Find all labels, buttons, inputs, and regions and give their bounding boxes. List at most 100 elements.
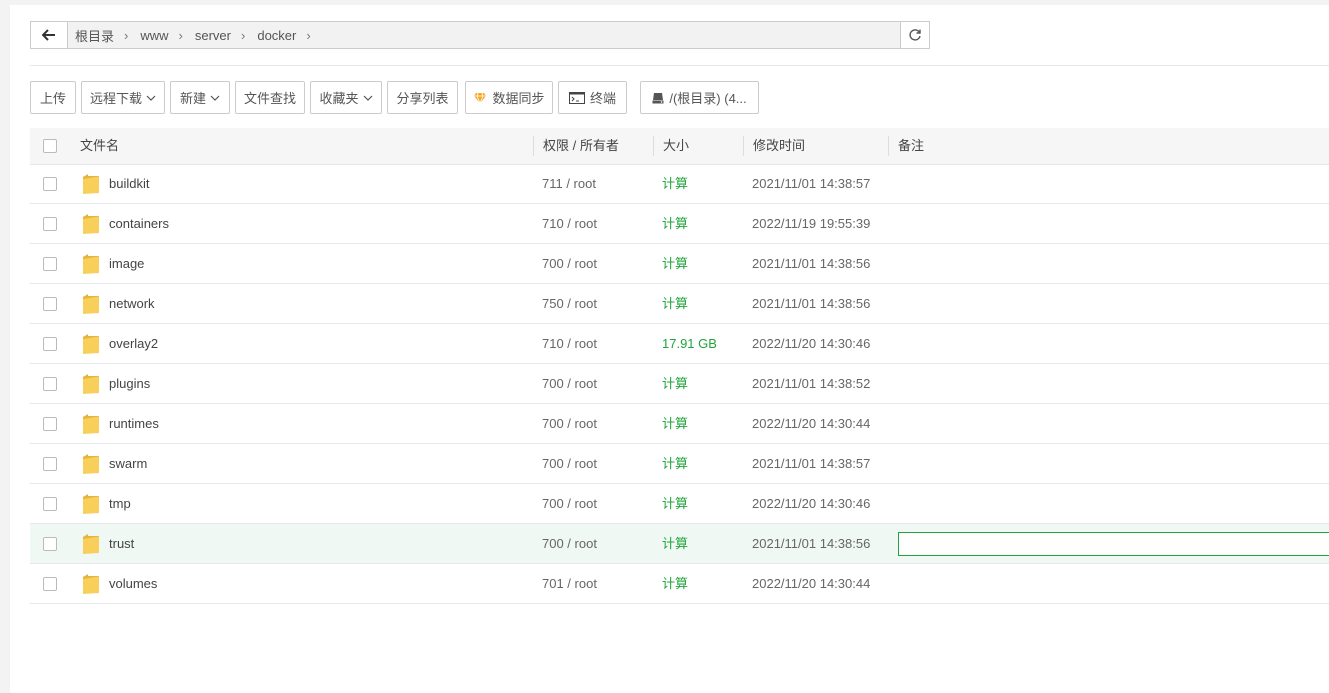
terminal-icon: [568, 91, 585, 104]
table-row[interactable]: network 750 / root 计算 2021/11/01 14:38:56: [30, 284, 1329, 324]
table-row[interactable]: volumes 701 / root 计算 2022/11/20 14:30:44: [30, 564, 1329, 604]
breadcrumb-docker[interactable]: docker: [257, 28, 296, 43]
data-sync-button[interactable]: 数据同步: [465, 81, 553, 114]
file-mtime: 2021/11/01 14:38:56: [752, 256, 871, 271]
file-name[interactable]: image: [109, 244, 144, 284]
select-all-checkbox[interactable]: [43, 139, 57, 153]
table-row[interactable]: overlay2 710 / root 17.91 GB 2022/11/20 14:…: [30, 324, 1329, 364]
share-list-button[interactable]: 分享列表: [387, 81, 458, 114]
data-sync-label: 数据同步: [492, 91, 545, 106]
remote-download-button[interactable]: 远程下载: [81, 81, 165, 114]
column-divider: [743, 136, 744, 156]
row-checkbox[interactable]: [43, 257, 57, 271]
disk-button[interactable]: /(根目录) (4...: [640, 81, 759, 114]
file-size[interactable]: 计算: [662, 484, 688, 524]
file-permission[interactable]: 700 / root: [542, 364, 597, 404]
row-checkbox[interactable]: [43, 297, 57, 311]
file-permission[interactable]: 700 / root: [542, 244, 597, 284]
upload-button[interactable]: 上传: [30, 81, 76, 114]
row-checkbox[interactable]: [43, 177, 57, 191]
file-mtime: 2021/11/01 14:38:57: [752, 176, 871, 191]
file-permission[interactable]: 750 / root: [542, 284, 597, 324]
note-input[interactable]: [898, 532, 1329, 556]
folder-icon: [82, 533, 100, 558]
file-mtime: 2022/11/19 19:55:39: [752, 216, 871, 231]
table-row[interactable]: image 700 / root 计算 2021/11/01 14:38:56: [30, 244, 1329, 284]
file-permission[interactable]: 700 / root: [542, 484, 597, 524]
file-mtime: 2022/11/20 14:30:46: [752, 336, 871, 351]
file-size[interactable]: 计算: [662, 404, 688, 444]
file-name[interactable]: trust: [109, 524, 134, 564]
row-checkbox[interactable]: [43, 497, 57, 511]
file-name[interactable]: containers: [109, 204, 169, 244]
header-note: 备注: [898, 138, 925, 153]
row-checkbox[interactable]: [43, 577, 57, 591]
file-size[interactable]: 计算: [662, 244, 688, 284]
file-search-label: 文件查找: [243, 91, 296, 106]
file-name[interactable]: plugins: [109, 364, 150, 404]
file-size[interactable]: 计算: [662, 564, 688, 604]
row-checkbox[interactable]: [43, 337, 57, 351]
file-permission[interactable]: 710 / root: [542, 324, 597, 364]
file-name[interactable]: overlay2: [109, 324, 158, 364]
file-name[interactable]: volumes: [109, 564, 157, 604]
header-perm[interactable]: 权限 / 所有者: [543, 128, 619, 164]
breadcrumb-www[interactable]: www: [140, 28, 168, 43]
table-row[interactable]: containers 710 / root 计算 2022/11/19 19:55:3…: [30, 204, 1329, 244]
gem-icon: [473, 92, 487, 104]
terminal-button[interactable]: 终端: [558, 81, 627, 114]
table-row[interactable]: plugins 700 / root 计算 2021/11/01 14:38:52: [30, 364, 1329, 404]
table-row[interactable]: swarm 700 / root 计算 2021/11/01 14:38:57: [30, 444, 1329, 484]
table-header: 文件名 权限 / 所有者 大小 修改时间 备注: [30, 128, 1329, 165]
back-button[interactable]: [31, 22, 68, 48]
folder-icon: [82, 173, 100, 198]
table-row[interactable]: trust 700 / root 计算 2021/11/01 14:38:56: [30, 524, 1329, 564]
file-mtime: 2021/11/01 14:38:56: [752, 296, 871, 311]
file-permission[interactable]: 700 / root: [542, 444, 597, 484]
file-name[interactable]: runtimes: [109, 404, 159, 444]
file-permission[interactable]: 700 / root: [542, 404, 597, 444]
favorites-button[interactable]: 收藏夹: [310, 81, 382, 114]
refresh-icon: [909, 29, 921, 41]
file-size[interactable]: 计算: [662, 524, 688, 564]
folder-icon: [82, 573, 100, 598]
file-size[interactable]: 计算: [662, 164, 688, 204]
breadcrumb-separator: ›: [124, 27, 129, 43]
table-row[interactable]: buildkit 711 / root 计算 2021/11/01 14:38:57: [30, 164, 1329, 204]
file-name[interactable]: network: [109, 284, 155, 324]
folder-icon: [82, 453, 100, 478]
table-row[interactable]: tmp 700 / root 计算 2022/11/20 14:30:46: [30, 484, 1329, 524]
file-size[interactable]: 17.91 GB: [662, 324, 717, 364]
row-checkbox[interactable]: [43, 377, 57, 391]
header-mtime[interactable]: 修改时间: [753, 128, 805, 164]
file-permission[interactable]: 711 / root: [542, 164, 596, 204]
disk-label: /(根目录) (4...: [669, 91, 747, 106]
file-size[interactable]: 计算: [662, 284, 688, 324]
chevron-down-icon: [210, 95, 220, 101]
file-name[interactable]: tmp: [109, 484, 131, 524]
header-name[interactable]: 文件名: [80, 128, 119, 164]
new-button[interactable]: 新建: [170, 81, 230, 114]
row-checkbox[interactable]: [43, 457, 57, 471]
row-checkbox[interactable]: [43, 537, 57, 551]
file-size[interactable]: 计算: [662, 444, 688, 484]
refresh-button[interactable]: [900, 21, 930, 49]
table-row[interactable]: runtimes 700 / root 计算 2022/11/20 14:30:44: [30, 404, 1329, 444]
row-checkbox[interactable]: [43, 217, 57, 231]
row-checkbox[interactable]: [43, 417, 57, 431]
file-name[interactable]: buildkit: [109, 164, 149, 204]
breadcrumb: 根目录 › www › server › docker ›: [75, 22, 323, 48]
file-permission[interactable]: 710 / root: [542, 204, 597, 244]
file-permission[interactable]: 700 / root: [542, 524, 597, 564]
file-manager-panel: 根目录 › www › server › docker › 上传 远程下载 新建: [10, 5, 1329, 693]
column-divider: [888, 136, 889, 156]
chevron-down-icon: [363, 95, 372, 101]
breadcrumb-root[interactable]: 根目录: [75, 26, 114, 45]
header-size[interactable]: 大小: [663, 128, 689, 164]
file-size[interactable]: 计算: [662, 204, 688, 244]
breadcrumb-server[interactable]: server: [195, 28, 231, 43]
file-permission[interactable]: 701 / root: [542, 564, 597, 604]
file-search-button[interactable]: 文件查找: [235, 81, 305, 114]
file-name[interactable]: swarm: [109, 444, 147, 484]
file-size[interactable]: 计算: [662, 364, 688, 404]
